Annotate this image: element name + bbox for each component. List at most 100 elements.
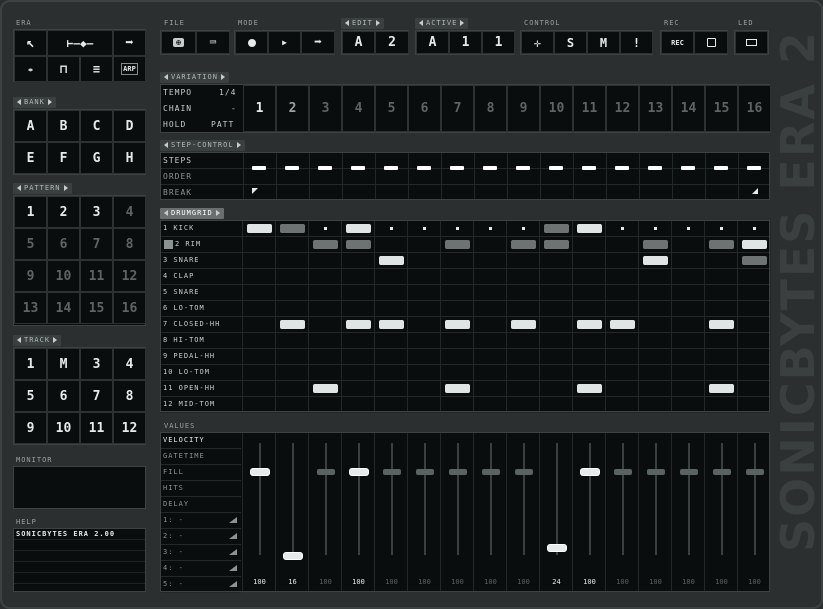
track-button-12[interactable]: 12 — [113, 412, 146, 444]
drum-note-dot[interactable] — [621, 227, 624, 230]
velocity-fader-knob[interactable] — [647, 469, 665, 475]
drum-note[interactable] — [313, 384, 338, 393]
active-track-button[interactable]: 1 — [482, 31, 515, 54]
pattern-button-7[interactable]: 7 — [80, 228, 113, 260]
drum-note[interactable] — [577, 320, 602, 329]
bank-button-4[interactable]: D — [113, 110, 146, 142]
pattern-button-14[interactable]: 14 — [47, 292, 80, 324]
drum-note[interactable] — [379, 256, 404, 265]
value-param-gatetime[interactable]: GATETIME — [163, 452, 205, 460]
drum-note[interactable] — [544, 224, 569, 233]
variation-step-12[interactable]: 12 — [606, 85, 639, 132]
forward-button[interactable]: ➡ — [113, 30, 146, 56]
variation-step-16[interactable]: 16 — [738, 85, 771, 132]
variation-step-4[interactable]: 4 — [342, 85, 375, 132]
drum-track-label[interactable]: 7 CLOSED-HH — [163, 320, 220, 328]
track-button-2[interactable]: M — [47, 348, 80, 380]
drum-note-dot[interactable] — [324, 227, 327, 230]
value-param-fill[interactable]: FILL — [163, 468, 184, 476]
drum-note[interactable] — [445, 320, 470, 329]
drum-note[interactable] — [742, 256, 767, 265]
track-button-1[interactable]: 1 — [14, 348, 47, 380]
variation-step-8[interactable]: 8 — [474, 85, 507, 132]
drum-note-dot[interactable] — [687, 227, 690, 230]
drum-note[interactable] — [577, 224, 602, 233]
pattern-button-12[interactable]: 12 — [113, 260, 146, 292]
pattern-button-13[interactable]: 13 — [14, 292, 47, 324]
variation-step-1[interactable]: 1 — [243, 85, 276, 132]
velocity-fader-knob[interactable] — [416, 469, 434, 475]
velocity-fader-knob[interactable] — [713, 469, 731, 475]
step-on-marker[interactable] — [483, 166, 497, 170]
mute-button[interactable]: M — [587, 31, 620, 54]
drum-note-dot[interactable] — [654, 227, 657, 230]
drum-note-dot[interactable] — [456, 227, 459, 230]
velocity-fader-knob[interactable] — [746, 469, 764, 475]
drum-note[interactable] — [709, 320, 734, 329]
velocity-fader-knob[interactable] — [449, 469, 467, 475]
drum-note-dot[interactable] — [720, 227, 723, 230]
step-on-marker[interactable] — [681, 166, 695, 170]
pattern-button-10[interactable]: 10 — [47, 260, 80, 292]
drum-track-label[interactable]: 6 LO-TOM — [163, 304, 205, 312]
variation-step-6[interactable]: 6 — [408, 85, 441, 132]
break-end-marker[interactable] — [752, 188, 758, 194]
drum-note[interactable] — [445, 384, 470, 393]
move-tool-button[interactable]: ⇹ — [14, 56, 47, 82]
step-on-marker[interactable] — [351, 166, 365, 170]
velocity-fader-knob[interactable] — [251, 469, 269, 475]
variation-step-14[interactable]: 14 — [672, 85, 705, 132]
bank-button-5[interactable]: E — [14, 142, 47, 174]
bank-button-6[interactable]: F — [47, 142, 80, 174]
drum-note[interactable] — [544, 240, 569, 249]
bank-button-1[interactable]: A — [14, 110, 47, 142]
velocity-fader-knob[interactable] — [482, 469, 500, 475]
tempo-value[interactable]: 1/4 — [219, 88, 236, 97]
track-button-5[interactable]: 5 — [14, 380, 47, 412]
variation-step-15[interactable]: 15 — [705, 85, 738, 132]
track-button-10[interactable]: 10 — [47, 412, 80, 444]
pulse-tool-button[interactable]: ⊓ — [47, 56, 80, 82]
step-on-marker[interactable] — [285, 166, 299, 170]
alert-button[interactable]: ! — [620, 31, 653, 54]
step-on-marker[interactable] — [417, 166, 431, 170]
velocity-fader-knob[interactable] — [614, 469, 632, 475]
drum-note-dot[interactable] — [390, 227, 393, 230]
velocity-fader-knob[interactable] — [581, 469, 599, 475]
pattern-button-15[interactable]: 15 — [80, 292, 113, 324]
load-button[interactable]: ⊕ — [161, 31, 196, 54]
led-button[interactable] — [735, 31, 768, 54]
rec-button[interactable]: REC — [661, 31, 694, 54]
pattern-button-4[interactable]: 4 — [113, 196, 146, 228]
drum-track-label[interactable]: 1 KICK — [163, 224, 194, 232]
track-button-7[interactable]: 7 — [80, 380, 113, 412]
drum-track-label[interactable]: 8 HI-TOM — [163, 336, 205, 344]
active-pattern-button[interactable]: 1 — [449, 31, 482, 54]
step-on-marker[interactable] — [384, 166, 398, 170]
list-tool-button[interactable]: ≡ — [80, 56, 113, 82]
pattern-button-9[interactable]: 9 — [14, 260, 47, 292]
drum-note[interactable] — [709, 240, 734, 249]
variation-step-3[interactable]: 3 — [309, 85, 342, 132]
variation-step-7[interactable]: 7 — [441, 85, 474, 132]
track-button-6[interactable]: 6 — [47, 380, 80, 412]
variation-step-9[interactable]: 9 — [507, 85, 540, 132]
track-button-11[interactable]: 11 — [80, 412, 113, 444]
bank-button-2[interactable]: B — [47, 110, 80, 142]
drum-track-label[interactable]: 12 MID-TOM — [163, 400, 215, 408]
play-button[interactable]: ▶ — [268, 31, 301, 54]
track-button-8[interactable]: 8 — [113, 380, 146, 412]
drum-note[interactable] — [346, 320, 371, 329]
edit-bank-button[interactable]: A — [342, 31, 375, 54]
pattern-button-2[interactable]: 2 — [47, 196, 80, 228]
velocity-fader-knob[interactable] — [680, 469, 698, 475]
drum-note-dot[interactable] — [522, 227, 525, 230]
drum-note[interactable] — [709, 384, 734, 393]
variation-step-10[interactable]: 10 — [540, 85, 573, 132]
pattern-button-1[interactable]: 1 — [14, 196, 47, 228]
drum-note[interactable] — [445, 240, 470, 249]
step-on-marker[interactable] — [582, 166, 596, 170]
bank-button-8[interactable]: H — [113, 142, 146, 174]
velocity-fader-knob[interactable] — [317, 469, 335, 475]
drum-track-label[interactable]: 5 SNARE — [163, 288, 200, 296]
